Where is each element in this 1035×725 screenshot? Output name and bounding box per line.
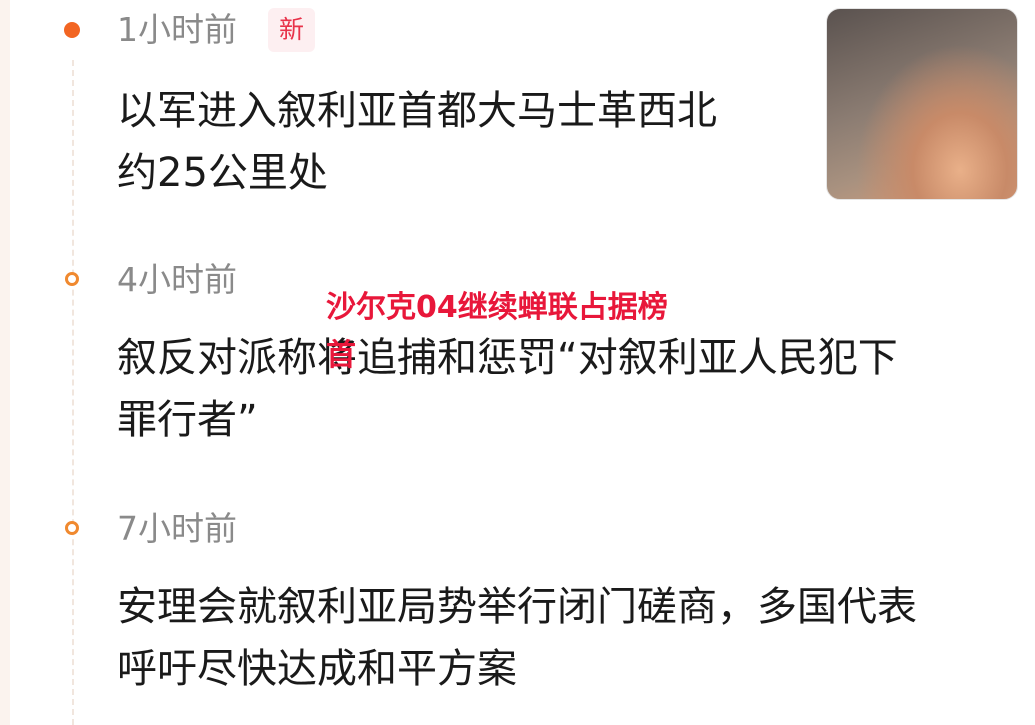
headline-line: 安理会就叙利亚局势举行闭门磋商，多国代表: [117, 584, 917, 630]
timestamp: 7小时前: [117, 509, 237, 548]
timeline-dot-icon: [64, 22, 80, 38]
left-edge-strip: [0, 0, 10, 725]
timeline-dot-icon: [65, 521, 79, 535]
timestamp: 1小时前: [117, 10, 237, 49]
timeline-line: [72, 60, 74, 725]
overlay-caption: 沙尔克04继续蝉联占据榜: [326, 290, 668, 325]
timestamp: 4小时前: [117, 260, 237, 299]
headline[interactable]: 安理会就叙利亚局势举行闭门磋商，多国代表 呼吁尽快达成和平方案: [117, 576, 917, 700]
news-thumbnail[interactable]: [826, 8, 1018, 200]
headline-line: 叙反对派称将追捕和惩罚“对叙利亚人民犯下: [117, 335, 898, 381]
headline-line: 罪行者”: [117, 397, 258, 443]
headline-line: 约25公里处: [117, 150, 328, 196]
new-badge: 新: [268, 8, 315, 52]
headline[interactable]: 叙反对派称将追捕和惩罚“对叙利亚人民犯下 罪行者”: [117, 327, 898, 451]
headline-line: 以军进入叙利亚首都大马士革西北: [117, 88, 717, 134]
timeline-dot-icon: [65, 272, 79, 286]
news-timeline-page: 1小时前 新 以军进入叙利亚首都大马士革西北 约25公里处 4小时前 叙反对派称…: [0, 0, 1035, 725]
headline-line: 呼吁尽快达成和平方案: [117, 646, 517, 692]
headline[interactable]: 以军进入叙利亚首都大马士革西北 约25公里处: [117, 80, 717, 204]
overlay-caption-line2: 首: [326, 338, 356, 373]
